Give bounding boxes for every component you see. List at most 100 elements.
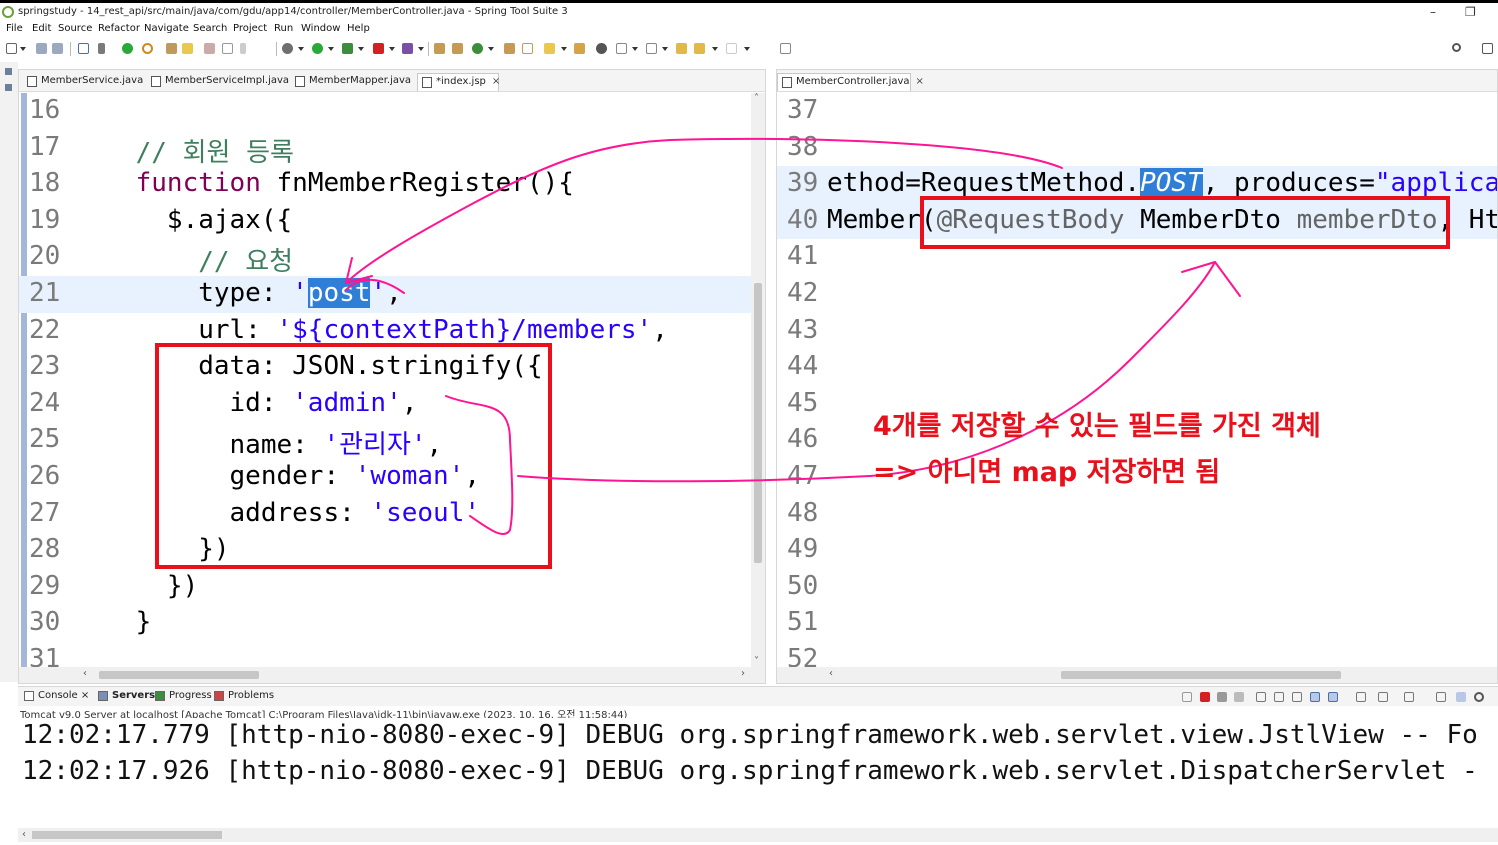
- code-line[interactable]: 42: [777, 276, 1497, 313]
- code-line[interactable]: 17 // 회원 등록: [19, 130, 765, 168]
- menu-run[interactable]: Run: [274, 23, 293, 34]
- pen-icon[interactable]: [544, 43, 555, 54]
- show-stdout-icon[interactable]: [1310, 692, 1320, 702]
- open-folder-icon[interactable]: [504, 43, 515, 54]
- block-selection-icon[interactable]: [204, 43, 215, 54]
- stop-icon[interactable]: [373, 43, 384, 54]
- code-line[interactable]: 49: [777, 532, 1497, 569]
- globe-icon[interactable]: [596, 43, 607, 54]
- menu-search[interactable]: Search: [193, 23, 227, 34]
- scroll-thumb[interactable]: [32, 831, 222, 839]
- remove-launch-icon[interactable]: [1217, 692, 1227, 702]
- open-file-icon[interactable]: [522, 43, 533, 54]
- run-dropdown-icon[interactable]: [328, 47, 334, 51]
- new-class-icon[interactable]: [472, 43, 483, 54]
- start-server-icon[interactable]: [122, 43, 133, 54]
- code-line[interactable]: 21 type: 'post',: [19, 276, 765, 313]
- pilcrow-icon[interactable]: [240, 43, 246, 54]
- run-external-icon[interactable]: [342, 43, 353, 54]
- prev-annotation-icon[interactable]: [646, 43, 657, 54]
- remove-all-icon[interactable]: [1234, 692, 1244, 702]
- code-line[interactable]: 44: [777, 349, 1497, 386]
- menu-navigate[interactable]: Navigate: [144, 23, 189, 34]
- clear-console-icon[interactable]: [1256, 692, 1266, 702]
- minimize-view-icon[interactable]: [1436, 692, 1446, 702]
- search-icon[interactable]: [1452, 43, 1461, 52]
- restore-view-icon[interactable]: [5, 68, 12, 75]
- back-dropdown-icon[interactable]: [712, 47, 718, 51]
- scroll-thumb[interactable]: [1061, 671, 1341, 679]
- scroll-thumb[interactable]: [99, 671, 259, 679]
- class-dropdown-icon[interactable]: [488, 47, 494, 51]
- tab-problems[interactable]: Problems: [214, 690, 274, 701]
- tab-console[interactable]: Console ×: [24, 690, 89, 701]
- tab-member-mapper[interactable]: MemberMapper.java: [291, 73, 411, 91]
- stop-dropdown-icon[interactable]: [389, 47, 395, 51]
- open-console-icon[interactable]: [1404, 692, 1414, 702]
- terminate-icon[interactable]: [1200, 692, 1210, 702]
- new-icon[interactable]: [6, 43, 17, 54]
- terminal-icon[interactable]: [78, 43, 89, 54]
- maximize-view-icon[interactable]: [1456, 692, 1466, 702]
- forward-dropdown-icon[interactable]: [744, 47, 750, 51]
- console-horizontal-scrollbar[interactable]: ‹: [18, 828, 1498, 842]
- code-line[interactable]: 30 }: [19, 605, 765, 642]
- minimize-button[interactable]: –: [1430, 5, 1436, 19]
- external-dropdown-icon[interactable]: [358, 47, 364, 51]
- tab-progress[interactable]: Progress: [155, 690, 212, 701]
- tab-servers[interactable]: Servers: [98, 690, 155, 701]
- menu-project[interactable]: Project: [233, 23, 267, 34]
- server-dropdown-icon[interactable]: [418, 47, 424, 51]
- word-wrap-icon[interactable]: [1292, 692, 1302, 702]
- tab-member-service[interactable]: MemberService.java: [23, 73, 143, 91]
- package-explorer-icon[interactable]: [5, 84, 12, 91]
- pen-dropdown-icon[interactable]: [561, 47, 567, 51]
- menu-source[interactable]: Source: [58, 23, 92, 34]
- code-line[interactable]: 48: [777, 496, 1497, 533]
- last-edit-icon[interactable]: [676, 43, 687, 54]
- back-icon[interactable]: [694, 43, 705, 54]
- disconnect-icon[interactable]: [1182, 692, 1192, 702]
- new-package-icon[interactable]: [452, 43, 463, 54]
- tab-member-controller[interactable]: MemberController.java ×: [777, 73, 924, 91]
- debug-dropdown-icon[interactable]: [298, 47, 304, 51]
- perspective-icon[interactable]: [1482, 43, 1493, 54]
- skip-breakpoints-icon[interactable]: [98, 43, 105, 54]
- menu-window[interactable]: Window: [301, 23, 340, 34]
- code-line[interactable]: 20 // 요청: [19, 239, 765, 277]
- scroll-up-icon[interactable]: ˄: [754, 93, 759, 104]
- display-console-icon[interactable]: [1378, 692, 1388, 702]
- restore-button[interactable]: ❐: [1465, 5, 1476, 19]
- horizontal-scrollbar[interactable]: ‹: [777, 667, 1497, 683]
- tab-member-service-impl[interactable]: MemberServiceImpl.java: [147, 73, 289, 91]
- scroll-left-icon[interactable]: ‹: [829, 668, 833, 679]
- horizontal-scrollbar[interactable]: ‹ ›: [19, 667, 765, 683]
- code-line[interactable]: 43: [777, 313, 1497, 350]
- debug-icon[interactable]: [282, 43, 293, 54]
- open-type-icon[interactable]: [166, 43, 177, 54]
- mark-occurrences-icon[interactable]: [182, 43, 193, 54]
- close-icon[interactable]: ×: [916, 76, 924, 87]
- scroll-left-icon[interactable]: ‹: [83, 668, 87, 679]
- code-line[interactable]: 51: [777, 605, 1497, 642]
- close-icon[interactable]: ×: [492, 76, 500, 87]
- menu-edit[interactable]: Edit: [32, 23, 51, 34]
- show-whitespace-icon[interactable]: [222, 43, 233, 54]
- pin-editor-icon[interactable]: [780, 43, 791, 54]
- pin-console-icon[interactable]: [1356, 692, 1366, 702]
- code-line[interactable]: 50: [777, 569, 1497, 606]
- next-annotation-icon[interactable]: [616, 43, 627, 54]
- scroll-down-icon[interactable]: ˅: [754, 656, 759, 667]
- scroll-thumb[interactable]: [754, 283, 762, 563]
- console-output[interactable]: 12:02:17.779 [http-nio-8080-exec-9] DEBU…: [18, 718, 1498, 830]
- run-icon[interactable]: [312, 43, 323, 54]
- tab-index-jsp[interactable]: *index.jsp ×: [417, 73, 500, 91]
- next-dropdown-icon[interactable]: [632, 47, 638, 51]
- code-area[interactable]: 37 38 39 ethod=RequestMethod.POST, produces…: [777, 93, 1497, 674]
- code-line[interactable]: 19 $.ajax({: [19, 203, 765, 240]
- scroll-lock-icon[interactable]: [1274, 692, 1284, 702]
- vertical-scrollbar[interactable]: ˄ ˅: [751, 93, 765, 667]
- menu-file[interactable]: File: [6, 23, 23, 34]
- menu-refactor[interactable]: Refactor: [98, 23, 140, 34]
- scroll-left-icon[interactable]: ‹: [22, 829, 26, 840]
